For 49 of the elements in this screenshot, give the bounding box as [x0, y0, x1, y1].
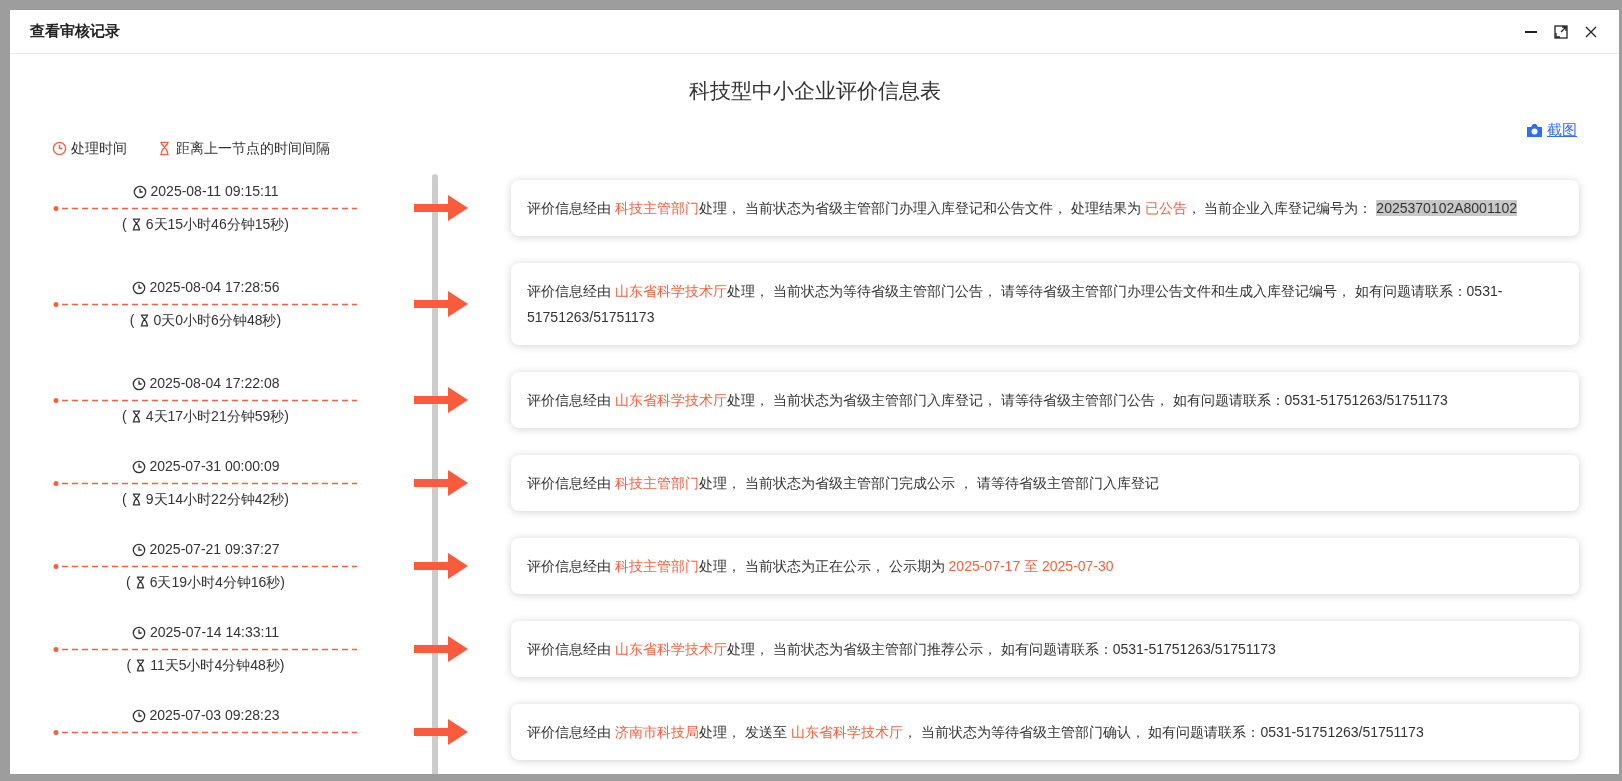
processing-time: 2025-08-04 17:28:56: [149, 279, 280, 296]
maximize-icon[interactable]: [1553, 23, 1569, 40]
interval-text: 6天15小时46分钟15秒): [145, 216, 289, 233]
clock-icon: [131, 459, 146, 474]
arrow-icon: [414, 719, 468, 745]
arrow-icon: [414, 387, 468, 413]
interval-text: 11天5小时4分钟48秒): [150, 657, 285, 674]
report-heading: 科技型中小企业评价信息表: [687, 78, 942, 104]
hourglass-icon: [157, 140, 172, 156]
arrow-icon: [414, 470, 468, 496]
legend-label: 处理时间: [71, 138, 127, 158]
record-description: 评价信息经由 济南市科技局处理， 发送至 山东省科学技术厅， 当前状态为等待省级主管部门确认， 如有问题请联系：0531-51751263/51751173: [527, 723, 1425, 742]
record-description: 评价信息经由 山东省科学技术厅处理， 当前状态为省级主管部门推荐公示， 如有问题请联系：0531-51751263/51751173: [527, 640, 1277, 659]
record-description: 评价信息经由 科技主管部门处理， 当前状态为省级主管部门完成公示 ， 请等待省级主管部门入库登记: [527, 474, 1160, 493]
record-description: 评价信息经由 科技主管部门处理， 当前状态为省级主管部门办理入库登记和公告文件， 处理结果为 已公告， 当前企业入库登记编号为： 2025370102A8001102: [527, 199, 1519, 218]
bracket-text: (: [122, 408, 127, 425]
arrow-icon: [414, 195, 468, 221]
arrow-icon: [414, 636, 468, 662]
camera-icon: [1526, 122, 1543, 138]
processing-time: 2025-07-31 00:00:09: [149, 458, 280, 475]
interval-text: 6天19小时4分钟16秒): [149, 574, 286, 591]
bracket-text: (: [122, 216, 127, 233]
screenshot-link[interactable]: 截图: [1526, 120, 1577, 140]
interval-text: 4天17小时21分钟59秒): [145, 408, 289, 425]
clock-icon: [132, 184, 147, 199]
processing-time: 2025-07-14 14:33:11: [150, 624, 279, 641]
clock-icon: [132, 625, 146, 640]
processing-time: 2025-07-21 09:37:27: [149, 541, 280, 558]
processing-time: 2025-07-03 09:28:23: [149, 707, 280, 724]
record-description: 评价信息经由 山东省科学技术厅处理， 当前状态为等待省级主管部门公告， 请等待省级主管部门办理公告文件和生成入库登记编号， 如有问题请联系：0531-51751263/51751173: [527, 282, 1504, 327]
legend-label: 距离上一节点的时间间隔: [176, 138, 330, 158]
arrow-icon: [414, 291, 468, 317]
processing-time: 2025-08-04 17:22:08: [149, 375, 280, 392]
interval-text: 0天0小时6分钟48秒): [153, 312, 282, 329]
interval-text: 9天14小时22分钟42秒): [145, 491, 289, 508]
processing-time: 2025-08-11 09:15:11: [150, 183, 279, 200]
bracket-text: (: [126, 657, 132, 674]
arrow-icon: [414, 553, 468, 579]
bracket-text: (: [125, 574, 131, 591]
record-description: 评价信息经由 科技主管部门处理， 当前状态为正在公示， 公示期为 2025-07-17 至 2025-07-30: [527, 557, 1115, 576]
record-description: 评价信息经由 山东省科学技术厅处理， 当前状态为省级主管部门入库登记， 请等待省级主管部门公告， 如有问题请联系：0531-51751263/51751173: [527, 391, 1449, 410]
clock-icon: [131, 280, 146, 295]
clock-icon: [131, 376, 146, 391]
bracket-text: (: [122, 491, 127, 508]
dialog-title: 查看审核记录: [30, 21, 120, 42]
bracket-text: (: [129, 312, 135, 329]
clock-icon: [131, 542, 146, 557]
clock-icon: [52, 140, 67, 156]
clock-icon: [131, 708, 146, 723]
